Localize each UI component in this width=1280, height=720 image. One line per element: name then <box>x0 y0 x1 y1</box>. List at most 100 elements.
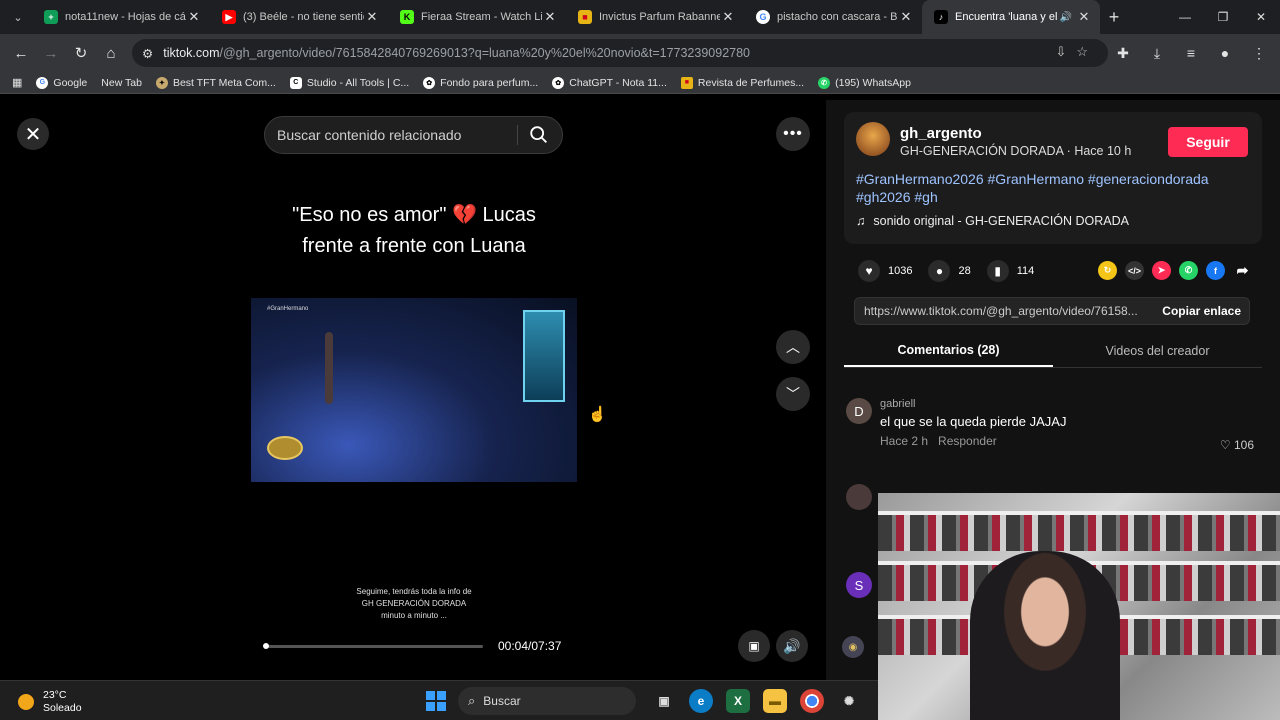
chrome-icon[interactable] <box>800 689 824 713</box>
bookmark-studio[interactable]: C Studio - All Tools | C... <box>289 76 409 89</box>
creator-avatar[interactable] <box>856 122 890 156</box>
media-icon[interactable]: ≡ <box>1178 39 1204 67</box>
tab-google[interactable]: G pistacho con cascara - Bus ✕ <box>744 0 922 34</box>
comment-button[interactable]: ● 28 <box>928 260 971 282</box>
home-button[interactable]: ⌂ <box>96 38 126 68</box>
tab-search-button[interactable]: ⌄ <box>4 5 32 29</box>
facebook-icon[interactable]: f <box>1206 261 1225 280</box>
commenter-avatar[interactable] <box>846 484 872 510</box>
close-tab-icon[interactable]: ✕ <box>1076 9 1092 25</box>
share-arrow-icon[interactable]: ➦ <box>1233 261 1252 280</box>
profile-avatar[interactable]: ● <box>1212 39 1238 67</box>
post-hashtags[interactable]: #GranHermano2026 #GranHermano #generacio… <box>856 170 1246 206</box>
embed-icon[interactable]: </> <box>1125 261 1144 280</box>
download-icon[interactable]: ⤓ <box>1144 39 1170 67</box>
volume-button[interactable]: 🔊 <box>776 630 808 662</box>
follow-button[interactable]: Seguir <box>1168 127 1248 157</box>
post-sound[interactable]: ♫ sonido original - GH-GENERACIÓN DORADA <box>856 214 1129 228</box>
extensions-icon[interactable]: ✚ <box>1110 39 1136 67</box>
toolbar: ← → ↻ ⌂ ⚙ tiktok.com/@gh_argento/video/7… <box>0 34 1280 72</box>
bookmark-star-icon[interactable]: ☆ <box>1076 44 1098 59</box>
reply-button[interactable]: Responder <box>938 434 997 448</box>
close-video-button[interactable]: ✕ <box>17 118 49 150</box>
speaker-icon[interactable]: 🔊 <box>1060 12 1072 23</box>
excel-icon[interactable]: X <box>726 689 750 713</box>
close-tab-icon[interactable]: ✕ <box>720 9 736 25</box>
video-caption: Seguime, tendrás toda la info de GH GENE… <box>251 586 577 622</box>
comment-count: 28 <box>958 265 971 277</box>
restore-icon[interactable]: ❐ <box>1204 0 1242 34</box>
tab-kick[interactable]: K Fieraa Stream - Watch Live ✕ <box>388 0 566 34</box>
bookmark-new-tab[interactable]: New Tab <box>101 77 142 89</box>
gift-coin-icon[interactable]: ◉ <box>842 636 864 658</box>
search-icon[interactable] <box>528 124 550 146</box>
url-path: /@gh_argento/video/7615842840769269013?q… <box>219 46 751 60</box>
more-options-button[interactable]: ••• <box>776 117 810 151</box>
reload-button[interactable]: ↻ <box>66 38 96 68</box>
tab-comments[interactable]: Comentarios (28) <box>844 334 1053 367</box>
taskbar-search[interactable]: ⌕ Buscar <box>458 687 636 715</box>
task-view-icon[interactable]: ▣ <box>652 689 676 713</box>
next-video-button[interactable]: ﹀ <box>776 377 810 411</box>
app-icon[interactable]: ✺ <box>837 689 861 713</box>
previous-video-button[interactable]: ︿ <box>776 330 810 364</box>
minimize-icon[interactable]: — <box>1166 0 1204 34</box>
bookmark-whatsapp[interactable]: ✆ (195) WhatsApp <box>818 76 911 89</box>
copy-link-button[interactable]: Copiar enlace <box>1162 304 1241 318</box>
bookmark-fondo[interactable]: ✿ Fondo para perfum... <box>423 76 538 89</box>
google-icon: G <box>756 10 770 24</box>
bookmark-tft[interactable]: ✦ Best TFT Meta Com... <box>155 76 276 89</box>
bookmark-chatgpt[interactable]: ✿ ChatGPT - Nota 11... <box>552 76 667 89</box>
edge-icon[interactable]: e <box>689 689 713 713</box>
tab-creator-videos[interactable]: Videos del creador <box>1053 334 1262 367</box>
bookmark-label: Google <box>53 76 88 89</box>
menu-icon[interactable]: ⋮ <box>1246 39 1272 67</box>
commenter-avatar[interactable]: S <box>846 572 872 598</box>
install-icon[interactable]: ⇩ <box>1055 44 1076 59</box>
bookmark-google[interactable]: G Google <box>36 76 88 89</box>
new-tab-button[interactable]: + <box>1100 7 1128 28</box>
apps-icon[interactable]: ▦ <box>12 76 22 89</box>
send-icon[interactable]: ➤ <box>1152 261 1171 280</box>
video-time: 00:04/07:37 <box>498 639 562 653</box>
search-icon: ⌕ <box>468 693 476 708</box>
comment-like-button[interactable]: ♡ 106 <box>1220 438 1254 452</box>
close-tab-icon[interactable]: ✕ <box>898 9 914 25</box>
bookmark-label: Revista de Perfumes... <box>697 76 805 89</box>
video-player[interactable]: Buscar contenido relacionado "Eso no es … <box>251 100 577 680</box>
video-progress-bar[interactable] <box>262 643 483 649</box>
close-window-icon[interactable]: ✕ <box>1242 0 1280 34</box>
save-button[interactable]: ▮ 114 <box>986 260 1034 282</box>
close-tab-icon[interactable]: ✕ <box>364 9 380 25</box>
tab-sheets[interactable]: + nota11new - Hojas de cálc ✕ <box>32 0 210 34</box>
file-explorer-icon[interactable]: ▬ <box>763 689 787 713</box>
close-tab-icon[interactable]: ✕ <box>186 9 202 25</box>
miniplayer-button[interactable]: ▣ <box>738 630 770 662</box>
weather-widget[interactable]: 23°C Soleado <box>18 689 82 715</box>
bookmark-revista[interactable]: ■ Revista de Perfumes... <box>680 76 805 89</box>
bookmark-label: New Tab <box>101 76 142 89</box>
commenter-name[interactable]: gabriell <box>880 398 915 410</box>
close-tab-icon[interactable]: ✕ <box>542 9 558 25</box>
forward-button[interactable]: → <box>36 38 66 68</box>
bookmark-label: (195) WhatsApp <box>835 76 911 89</box>
commenter-avatar[interactable]: D <box>846 398 872 424</box>
whatsapp-icon[interactable]: ✆ <box>1179 261 1198 280</box>
progress-knob[interactable] <box>262 643 269 649</box>
tab-youtube[interactable]: ▶ (3) Beéle - no tiene sentido ✕ <box>210 0 388 34</box>
share-link-box[interactable]: https://www.tiktok.com/@gh_argento/video… <box>854 297 1250 325</box>
tab-invictus[interactable]: ■ Invictus Parfum Rabanne C ✕ <box>566 0 744 34</box>
address-bar[interactable]: ⚙ tiktok.com/@gh_argento/video/761584284… <box>132 39 1108 67</box>
site-info-icon[interactable]: ⚙ <box>142 46 153 61</box>
start-button[interactable] <box>426 691 446 711</box>
tab-tiktok[interactable]: ♪ Encuentra 'luana y el no 🔊 ✕ <box>922 0 1100 34</box>
creator-username[interactable]: gh_argento <box>900 125 982 142</box>
video-frame: #GranHermano <box>251 298 577 482</box>
sound-label: sonido original - GH-GENERACIÓN DORADA <box>873 214 1129 228</box>
like-button[interactable]: ♥ 1036 <box>858 260 912 282</box>
gran-hermano-logo <box>267 436 303 460</box>
related-search-input[interactable]: Buscar contenido relacionado <box>264 116 563 154</box>
back-button[interactable]: ← <box>6 38 36 68</box>
repost-icon[interactable]: ↻ <box>1098 261 1117 280</box>
cursor-hand-icon: ☝ <box>588 406 607 423</box>
